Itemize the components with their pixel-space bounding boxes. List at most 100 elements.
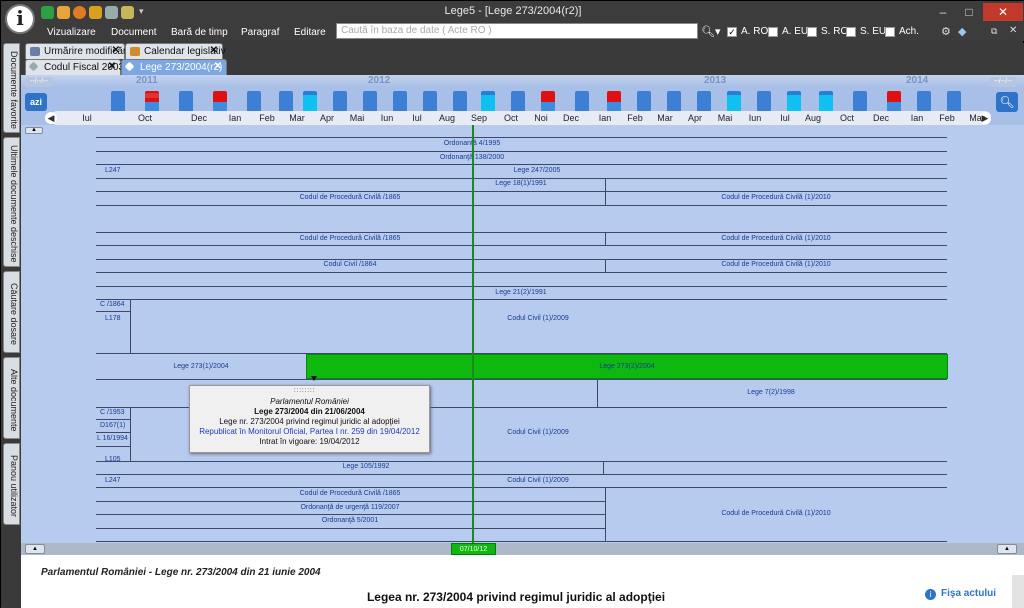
- row-label[interactable]: Lege 7(2)/1998: [747, 389, 794, 396]
- row-label[interactable]: Ordonanţă 5/2001: [322, 517, 378, 524]
- tab-close-icon[interactable]: ✕: [214, 61, 222, 72]
- timeline-left-arrow-icon[interactable]: ◀: [45, 112, 57, 124]
- tab-urmarire[interactable]: Urmărire modificări ✕: [25, 43, 128, 59]
- timeline-bar[interactable]: [887, 91, 901, 111]
- close-window-icon[interactable]: ✕: [983, 3, 1023, 21]
- timeline-bar[interactable]: [423, 91, 437, 111]
- today-button[interactable]: azi: [25, 93, 47, 111]
- row-label[interactable]: L178: [105, 315, 121, 322]
- row-label[interactable]: L247: [105, 477, 121, 484]
- row-label[interactable]: Lege 18(1)/1991: [495, 180, 546, 187]
- row-label[interactable]: Codul Civil (1)/2009: [507, 315, 568, 322]
- settings-icon[interactable]: ⚙: [941, 25, 951, 38]
- zoom-icon[interactable]: 🔍︎: [996, 92, 1018, 112]
- row-label[interactable]: Ordonanţă de urgenţă 119/2007: [300, 504, 399, 511]
- row-label[interactable]: Lege 247/2005: [514, 167, 561, 174]
- row-label[interactable]: Codul de Procedură Civilă /1865: [300, 235, 401, 242]
- side-tab-alte[interactable]: Alte documente: [3, 357, 20, 439]
- timeline-bar[interactable]: [511, 91, 525, 111]
- menu-document[interactable]: Document: [111, 27, 157, 38]
- timeline-bar[interactable]: [279, 91, 293, 111]
- minimize-icon[interactable]: –: [931, 3, 955, 21]
- timeline-bar[interactable]: [727, 91, 741, 111]
- timeline-end-date[interactable]: --/--/--: [989, 77, 1017, 87]
- fisa-actului-link[interactable]: Fişa actului: [941, 588, 996, 599]
- filter-a-eu-checkbox[interactable]: [768, 27, 778, 37]
- scroll-date[interactable]: 07/10/12: [451, 543, 496, 555]
- tab-calendar[interactable]: Calendar legislativ ✕: [125, 43, 226, 59]
- timeline-bar[interactable]: [637, 91, 651, 111]
- filter-s-eu-checkbox[interactable]: [846, 27, 856, 37]
- row-label[interactable]: Codul de Procedură Civilă (1)/2010: [721, 510, 830, 517]
- search-icon[interactable]: 🔍︎▾: [701, 25, 721, 38]
- row-label[interactable]: C /1864: [100, 301, 125, 308]
- row-label[interactable]: L 16/1994: [97, 435, 128, 442]
- popup-grip-icon[interactable]: ::::::::: [294, 386, 315, 396]
- app-logo-icon[interactable]: i: [5, 4, 35, 34]
- timeline-bar[interactable]: [787, 91, 801, 111]
- menu-editare[interactable]: Editare: [294, 27, 326, 38]
- side-tab-favorite[interactable]: Documente favorite: [3, 43, 20, 133]
- timeline-bar[interactable]: [667, 91, 681, 111]
- timeline-bar[interactable]: [363, 91, 377, 111]
- timeline-bar[interactable]: [697, 91, 711, 111]
- row-label[interactable]: Codul de Procedură Civilă (1)/2010: [721, 235, 830, 242]
- maximize-icon[interactable]: □: [957, 3, 981, 21]
- scroll-right-icon[interactable]: ▲: [997, 544, 1017, 554]
- filter-ach-checkbox[interactable]: [885, 27, 895, 37]
- scroll-up-icon[interactable]: ▲: [25, 127, 43, 134]
- row-label[interactable]: L105: [105, 456, 121, 463]
- menu-paragraf[interactable]: Paragraf: [241, 27, 279, 38]
- row-label[interactable]: Lege 273(1)/2004: [173, 363, 228, 370]
- timeline-bar[interactable]: [575, 91, 589, 111]
- row-label[interactable]: Codul de Procedură Civilă (1)/2010: [721, 194, 830, 201]
- vertical-scrollbar[interactable]: [1012, 575, 1024, 608]
- row-label[interactable]: D167(1): [100, 422, 125, 429]
- timeline-bar[interactable]: [819, 91, 833, 111]
- timeline-bar[interactable]: [453, 91, 467, 111]
- timeline-bar[interactable]: [481, 91, 495, 111]
- tab-close-icon[interactable]: ✕: [210, 45, 218, 56]
- timeline-bar[interactable]: [247, 91, 261, 111]
- tab-lege-273[interactable]: Lege 273/2004(r2) ✕: [121, 59, 227, 75]
- filter-a-ro-checkbox[interactable]: ✓: [727, 27, 737, 37]
- side-tab-recent[interactable]: Ultimele documente deschise: [3, 137, 20, 267]
- row-label[interactable]: Codul de Procedură Civilă /1865: [300, 490, 401, 497]
- timeline-bar[interactable]: [303, 91, 317, 111]
- timeline-bar[interactable]: [853, 91, 867, 111]
- timeline-bar[interactable]: [607, 91, 621, 111]
- side-tab-panou[interactable]: Panou utilizator: [3, 443, 20, 525]
- row-label[interactable]: Codul Civil (1)/2009: [507, 429, 568, 436]
- timeline-bar[interactable]: [393, 91, 407, 111]
- current-date-cursor[interactable]: [472, 125, 474, 543]
- row-label[interactable]: Codul de Procedură Civilă (1)/2010: [721, 261, 830, 268]
- row-label[interactable]: Lege 21(2)/1991: [495, 289, 546, 296]
- relations-panel[interactable]: ▲ Ordonanţă 4/1995 Ordonanţă 138/2000 L247…: [21, 125, 1024, 543]
- menu-bara-de-timp[interactable]: Bară de timp: [171, 27, 228, 38]
- row-label[interactable]: Codul Civil /1864: [324, 261, 377, 268]
- timeline-bar[interactable]: --/--/-- 2011 2012 2013 2014 --/--/-- az…: [21, 75, 1024, 125]
- row-label[interactable]: Codul Civil (1)/2009: [507, 477, 568, 484]
- horizontal-scrollbar[interactable]: ▲ 07/10/12 ▲: [21, 543, 1024, 555]
- filter-s-ro-checkbox[interactable]: [807, 27, 817, 37]
- tab-codul-fiscal[interactable]: Codul Fiscal 2003 ✕: [25, 59, 124, 75]
- help-icon[interactable]: ◆: [958, 25, 966, 38]
- row-label[interactable]: Lege 105/1992: [343, 463, 390, 470]
- close-doc-icon[interactable]: ✕: [1009, 25, 1017, 36]
- timeline-bar[interactable]: [213, 91, 227, 111]
- timeline-bar[interactable]: [179, 91, 193, 111]
- timeline-start-date[interactable]: --/--/--: [25, 77, 53, 87]
- timeline-bar[interactable]: [947, 91, 961, 111]
- row-label[interactable]: Codul de Procedură Civilă /1865: [300, 194, 401, 201]
- row-label[interactable]: C /1953: [100, 409, 125, 416]
- search-input[interactable]: Caută în baza de date ( Acte RO ): [336, 23, 698, 39]
- side-tab-dosare[interactable]: Căutare dosare: [3, 271, 20, 353]
- popup-republished[interactable]: Republicat în Monitorul Oficial, Partea …: [190, 427, 429, 437]
- timeline-bar[interactable]: [757, 91, 771, 111]
- row-label[interactable]: L247: [105, 167, 121, 174]
- restore-icon[interactable]: ⧉: [991, 26, 997, 37]
- timeline-bar[interactable]: [541, 91, 555, 111]
- scroll-left-icon[interactable]: ▲: [25, 544, 45, 554]
- timeline-bar[interactable]: [917, 91, 931, 111]
- tab-close-icon[interactable]: ✕: [108, 61, 116, 72]
